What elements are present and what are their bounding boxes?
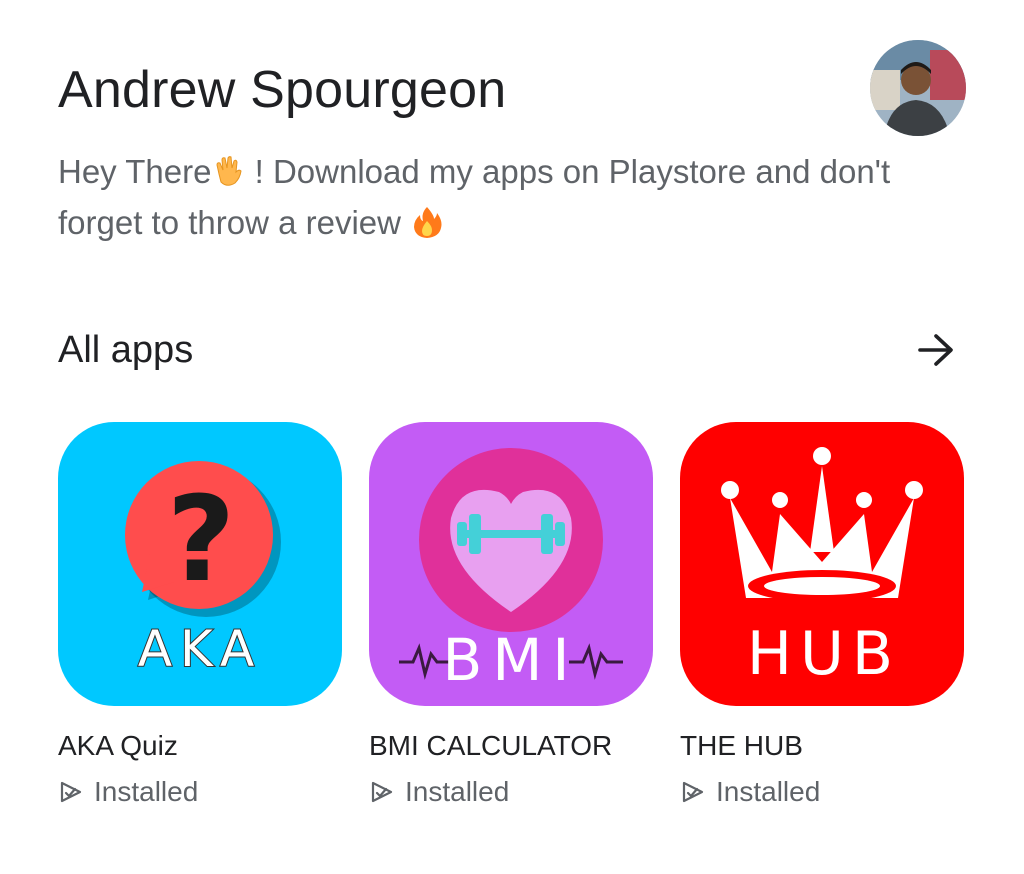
waving-hand-icon <box>211 154 245 188</box>
app-name: BMI CALCULATOR <box>369 730 613 761</box>
description-text-start: Hey There <box>58 153 212 190</box>
app-status: Installed <box>680 774 964 810</box>
app-icon-aka-quiz[interactable]: ? ? AKA <box>58 422 342 706</box>
app-name: THE HUB <box>680 730 803 761</box>
app-icon-label-aka: AKA <box>138 620 262 678</box>
developer-name: Andrew Spourgeon <box>58 61 507 119</box>
app-card-the-hub[interactable]: HUB THE HUB Installed <box>680 422 964 810</box>
arrow-right-icon <box>918 334 953 366</box>
avatar[interactable] <box>870 40 966 136</box>
app-status: Installed <box>369 774 653 810</box>
app-status-label: Installed <box>716 776 821 807</box>
app-card-aka-quiz[interactable]: ? ? AKA AKA Quiz Installed <box>58 422 342 810</box>
app-status: Installed <box>58 774 342 810</box>
installed-icon <box>369 779 395 805</box>
section-title[interactable]: All apps <box>58 326 193 374</box>
app-card-bmi-calculator[interactable]: BMI BMI CALCULATOR Installed <box>369 422 653 810</box>
app-icon-the-hub[interactable]: HUB <box>680 422 964 706</box>
app-icon-label-hub: HUB <box>747 619 901 689</box>
developer-description: Hey There ! Download my apps on Playstor… <box>58 146 978 248</box>
app-name: AKA Quiz <box>58 730 178 761</box>
developer-page: Andrew Spourgeon Hey There ! Download my… <box>0 0 1024 874</box>
app-icon-label-bmi: BMI <box>443 626 580 694</box>
fire-icon <box>410 205 444 239</box>
installed-icon <box>680 779 706 805</box>
app-status-label: Installed <box>94 776 199 807</box>
profile-photo-icon <box>870 40 966 136</box>
app-icon-bmi-calculator[interactable]: BMI <box>369 422 653 706</box>
app-status-label: Installed <box>405 776 510 807</box>
see-all-apps-button[interactable] <box>908 326 964 374</box>
installed-icon <box>58 779 84 805</box>
